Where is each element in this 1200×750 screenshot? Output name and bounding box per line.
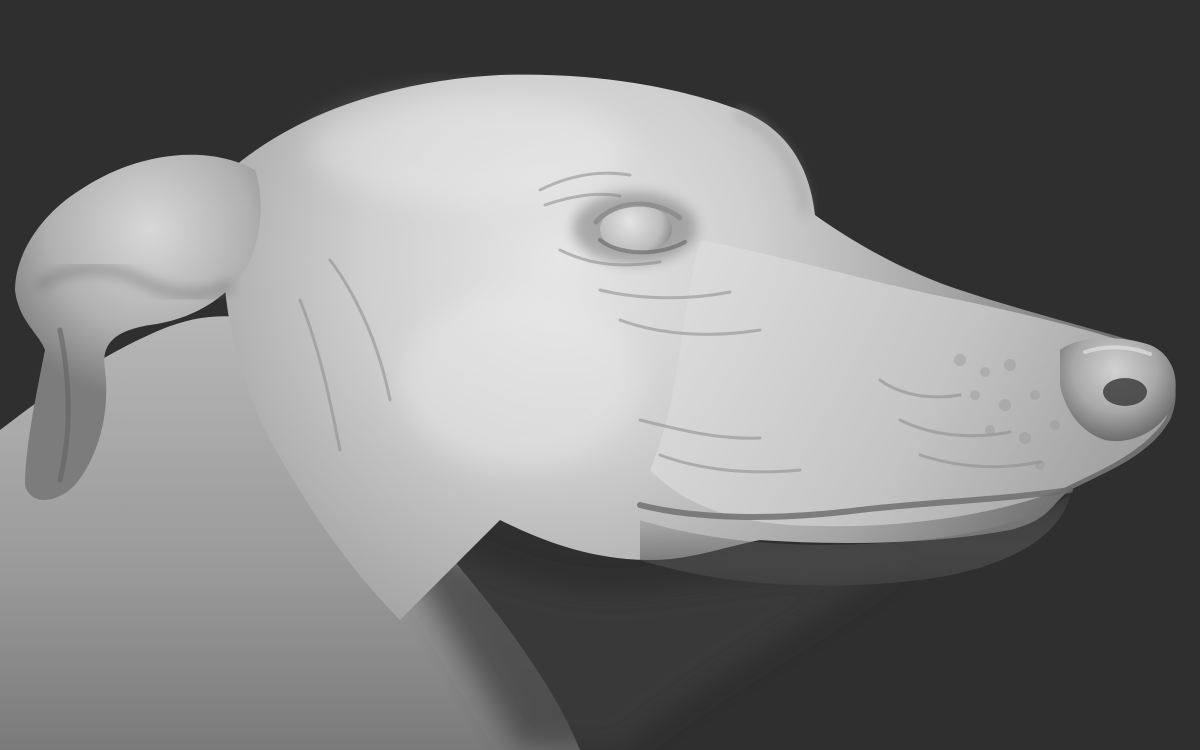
dog-head-sculpt xyxy=(0,74,1176,750)
nostril xyxy=(1103,378,1147,406)
render-viewport xyxy=(0,0,1200,750)
forehead-highlight xyxy=(310,95,630,205)
cheek-highlight xyxy=(400,290,640,470)
